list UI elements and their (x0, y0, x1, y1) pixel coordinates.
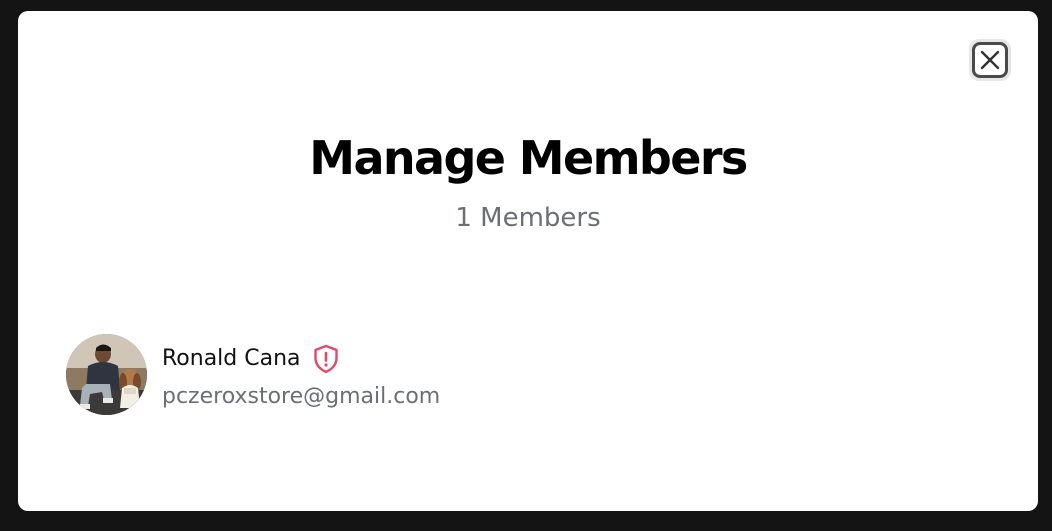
shield-glyph (313, 344, 338, 373)
avatar-photo (66, 334, 147, 415)
close-button[interactable] (969, 39, 1011, 81)
manage-members-modal: Manage Members 1 Members Ronald Cana pcz… (18, 11, 1038, 511)
close-glyph (980, 50, 1000, 70)
shield-alert-icon (313, 344, 339, 374)
member-info: Ronald Cana pczeroxstore@gmail.com (162, 341, 440, 409)
member-name-line: Ronald Cana (162, 341, 440, 377)
modal-title: Manage Members (309, 131, 748, 185)
member-count: 1 Members (455, 203, 601, 233)
close-icon (972, 42, 1008, 78)
member-email: pczeroxstore@gmail.com (162, 383, 441, 409)
member-name: Ronald Cana (162, 346, 301, 371)
avatar (66, 334, 147, 415)
member-list-item[interactable]: Ronald Cana pczeroxstore@gmail.com (66, 334, 440, 415)
